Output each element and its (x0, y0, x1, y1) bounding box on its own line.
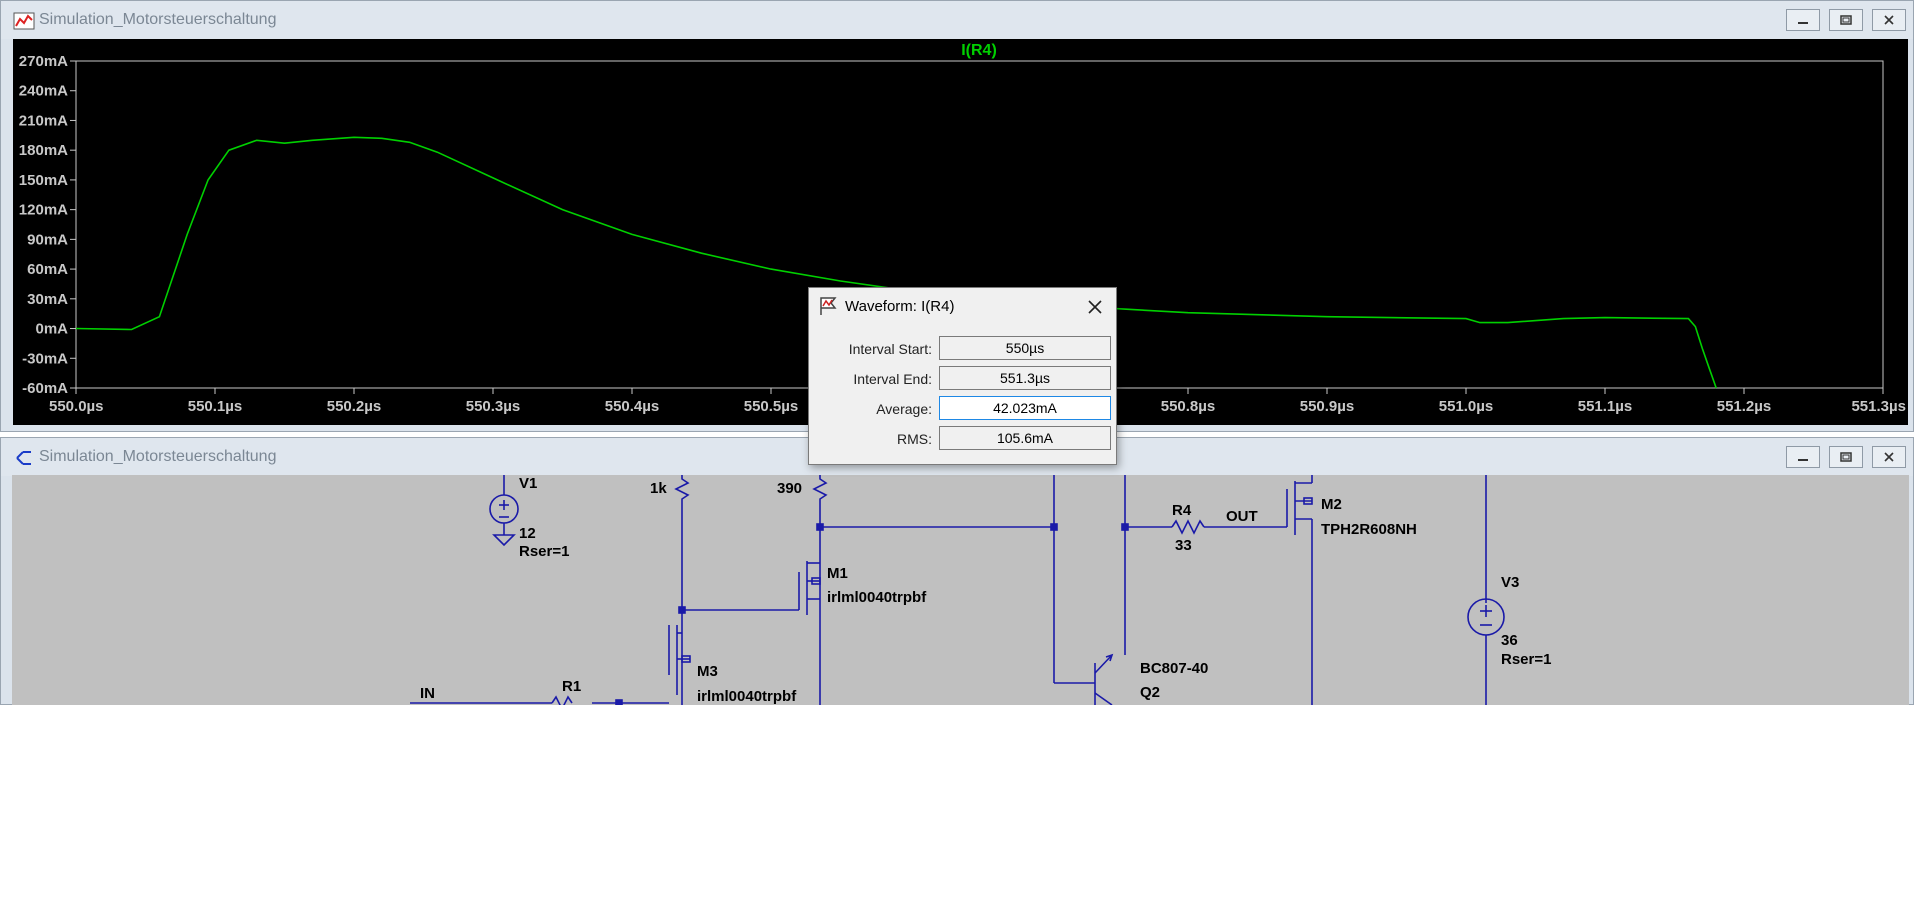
x-tick-label: 551.0µs (1439, 398, 1494, 415)
restore-button[interactable] (1829, 446, 1863, 468)
label-m3: M3 (697, 663, 718, 680)
label-q2: Q2 (1140, 684, 1160, 701)
x-tick-label: 551.3µs (1851, 398, 1906, 415)
dialog-close-icon[interactable] (1084, 296, 1106, 318)
waveform-dialog: Waveform: I(R4) Interval Start: 550µs In… (808, 287, 1117, 465)
trace-label[interactable]: I(R4) (961, 42, 997, 59)
x-tick-label: 550.0µs (49, 398, 104, 415)
average-field[interactable]: 42.023mA (939, 396, 1111, 420)
y-tick-label: -30mA (22, 350, 68, 367)
waveform-viewer-icon (13, 12, 35, 30)
label-r4: R4 (1172, 502, 1192, 519)
rms-row: RMS: 105.6mA (809, 426, 1118, 452)
y-tick-label: 150mA (19, 172, 68, 189)
y-tick-label: 120mA (19, 202, 68, 219)
minimize-icon (1798, 459, 1808, 461)
rms-field[interactable]: 105.6mA (939, 426, 1111, 450)
y-tick-label: 270mA (19, 53, 68, 70)
label-v1: V1 (519, 475, 537, 492)
x-tick-label: 550.8µs (1161, 398, 1216, 415)
interval-end-row: Interval End: 551.3µs (809, 366, 1118, 392)
label-390: 390 (777, 480, 802, 497)
restore-icon (1840, 452, 1852, 462)
restore-icon (1840, 15, 1852, 25)
label-m2: M2 (1321, 496, 1342, 513)
rms-label: RMS: (897, 431, 932, 447)
interval-end-label: Interval End: (853, 371, 932, 387)
average-row: Average: 42.023mA (809, 396, 1118, 422)
restore-button[interactable] (1829, 9, 1863, 31)
y-tick-label: 90mA (27, 231, 68, 248)
mosfet-m3[interactable] (668, 625, 691, 695)
y-tick-label: 240mA (19, 83, 68, 100)
interval-end-field[interactable]: 551.3µs (939, 366, 1111, 390)
x-tick-label: 550.9µs (1300, 398, 1355, 415)
y-tick-label: 180mA (19, 142, 68, 159)
dialog-title: Waveform: I(R4) (845, 298, 955, 315)
label-r4-value: 33 (1175, 537, 1192, 554)
schematic-drawing[interactable]: V1 12 Rser=1 1k 390 M1 irlml0040trpbf M3… (12, 475, 1909, 705)
resistor-390[interactable] (812, 475, 828, 705)
resistor-r1[interactable] (410, 695, 669, 705)
x-tick-label: 550.1µs (188, 398, 243, 415)
label-1k: 1k (650, 480, 667, 497)
y-tick-label: -60mA (22, 380, 68, 397)
label-v3-rser: Rser=1 (1501, 651, 1551, 668)
x-tick-label: 551.1µs (1578, 398, 1633, 415)
close-icon (1884, 452, 1894, 462)
y-axis: 270mA 240mA 210mA 180mA 150mA 120mA 90mA 60mA 30… (19, 53, 76, 397)
x-tick-label: 550.2µs (327, 398, 382, 415)
resistor-1k[interactable] (674, 475, 690, 610)
y-tick-label: 210mA (19, 112, 68, 129)
label-q2-part: BC807-40 (1140, 660, 1208, 677)
label-r1: R1 (562, 678, 581, 695)
schematic-window-title: Simulation_Motorsteuerschaltung (39, 448, 277, 465)
label-v3-value: 36 (1501, 632, 1518, 649)
label-m3-part: irlml0040trpbf (697, 688, 797, 705)
label-out: OUT (1226, 508, 1258, 525)
voltage-source-v1[interactable] (489, 475, 519, 547)
plot-window-title: Simulation_Motorsteuerschaltung (39, 11, 277, 28)
transistor-q2[interactable] (1054, 653, 1114, 705)
y-tick-label: 0mA (35, 321, 68, 338)
close-button[interactable] (1872, 446, 1906, 468)
x-tick-label: 550.3µs (466, 398, 521, 415)
y-tick-label: 30mA (27, 291, 68, 308)
close-button[interactable] (1872, 9, 1906, 31)
voltage-source-v3[interactable] (1467, 475, 1505, 705)
waveform-flag-icon (820, 297, 837, 315)
minimize-icon (1798, 22, 1808, 24)
label-m1: M1 (827, 565, 848, 582)
interval-start-label: Interval Start: (848, 341, 932, 357)
x-tick-label: 551.2µs (1717, 398, 1772, 415)
interval-start-field[interactable]: 550µs (939, 336, 1111, 360)
mosfet-m2[interactable] (1286, 475, 1313, 705)
y-tick-label: 60mA (27, 261, 68, 278)
mosfet-m1[interactable] (798, 561, 821, 615)
schematic-editor-icon (16, 451, 31, 465)
minimize-button[interactable] (1786, 9, 1820, 31)
interval-start-row: Interval Start: 550µs (809, 336, 1118, 362)
label-in: IN (420, 685, 435, 702)
close-icon (1884, 15, 1894, 25)
label-m1-part: irlml0040trpbf (827, 589, 927, 606)
resistor-r4[interactable] (1125, 519, 1287, 535)
plot-window-titlebar[interactable]: Simulation_Motorsteuerschaltung (1, 1, 1913, 39)
average-label: Average: (876, 401, 932, 417)
label-v3: V3 (1501, 574, 1519, 591)
label-v1-rser: Rser=1 (519, 543, 569, 560)
x-tick-label: 550.4µs (605, 398, 660, 415)
label-m2-part: TPH2R608NH (1321, 521, 1417, 538)
x-tick-label: 550.5µs (744, 398, 799, 415)
minimize-button[interactable] (1786, 446, 1820, 468)
label-v1-value: 12 (519, 525, 536, 542)
schematic-canvas[interactable]: V1 12 Rser=1 1k 390 M1 irlml0040trpbf M3… (12, 475, 1909, 705)
